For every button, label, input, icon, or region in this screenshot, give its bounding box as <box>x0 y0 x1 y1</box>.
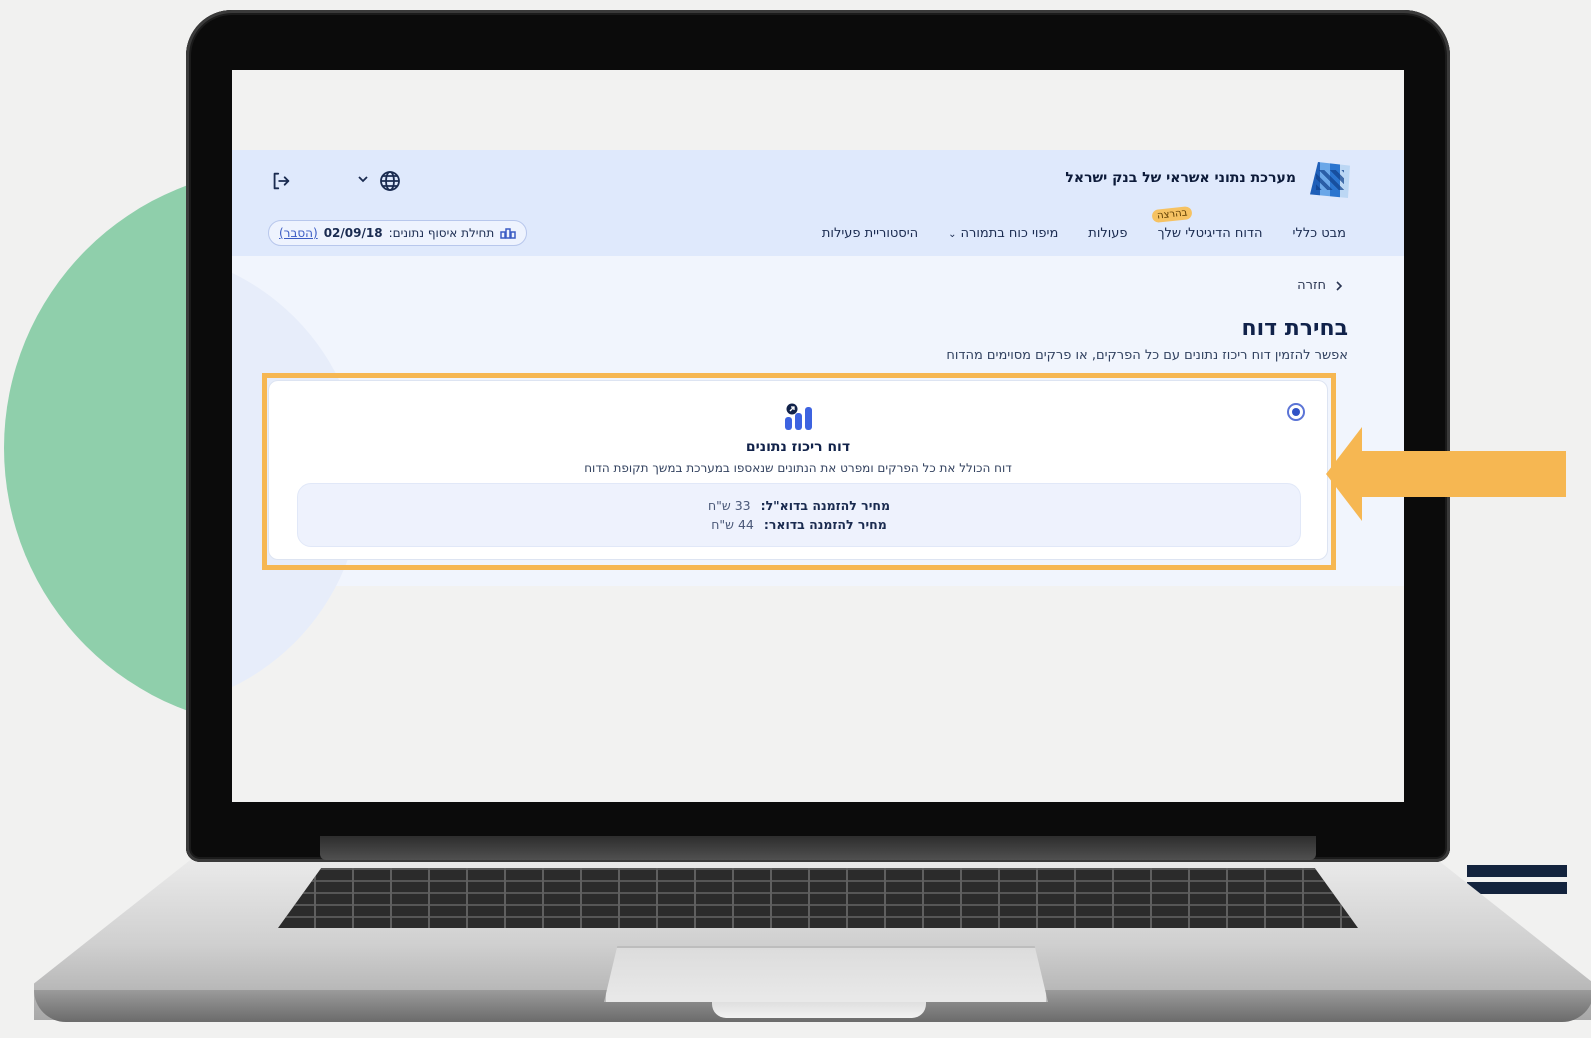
top-header: מערכת נתוני אשראי של בנק ישראל מבט כללי … <box>232 150 1404 256</box>
beta-badge: בהרצה <box>1150 205 1193 224</box>
data-collection-label: תחילת איסוף נתונים: <box>388 226 495 240</box>
globe-icon[interactable] <box>378 169 402 193</box>
nav-actions[interactable]: פעולות <box>1088 226 1127 241</box>
decorative-dash <box>1467 882 1567 894</box>
bank-logo[interactable] <box>1310 162 1350 198</box>
page-subtitle: אפשר להזמין דוח ריכוז נתונים עם כל הפרקי… <box>946 348 1348 363</box>
nav-mapping[interactable]: מיפוי כוח בתמורה⌄ <box>948 226 1058 241</box>
chevron-down-icon[interactable] <box>356 172 370 186</box>
data-collection-pill: תחילת איסוף נתונים: 02/09/18 (הסבר) <box>268 220 528 246</box>
laptop-keyboard <box>278 868 1358 928</box>
main-nav: מבט כללי הדוח הדיגיטלי שלך בהרצה פעולות … <box>822 205 1346 241</box>
logout-icon[interactable] <box>270 170 292 192</box>
chevron-right-icon <box>1336 280 1343 291</box>
explanation-link[interactable]: (הסבר) <box>279 226 318 240</box>
nav-digital-report[interactable]: הדוח הדיגיטלי שלך בהרצה <box>1150 205 1263 241</box>
back-link[interactable]: חזרה <box>1297 278 1344 293</box>
database-icon <box>500 228 516 239</box>
pointer-arrow-icon <box>1326 427 1566 521</box>
decorative-dash <box>1467 865 1567 877</box>
laptop-trackpad <box>604 946 1048 1002</box>
chevron-down-icon: ⌄ <box>948 229 957 240</box>
nav-overview[interactable]: מבט כללי <box>1293 226 1346 241</box>
highlight-frame <box>262 373 1336 570</box>
site-title: מערכת נתוני אשראי של בנק ישראל <box>1065 170 1296 186</box>
laptop-hinge <box>320 836 1316 860</box>
data-collection-date: 02/09/18 <box>323 226 383 240</box>
page-title: בחירת דוח <box>1241 316 1348 341</box>
nav-activity-history[interactable]: היסטוריית פעילות <box>822 226 918 241</box>
